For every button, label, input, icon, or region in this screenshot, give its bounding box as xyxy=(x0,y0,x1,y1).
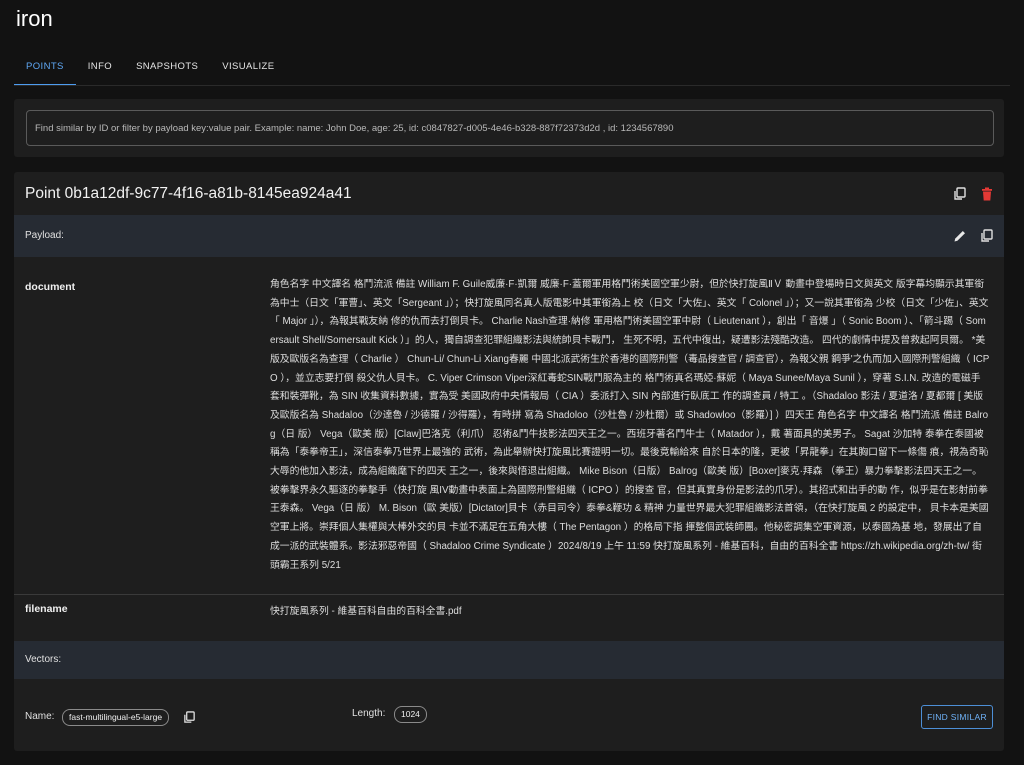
tab-visualize[interactable]: VISUALIZE xyxy=(210,54,286,84)
delete-icon xyxy=(982,187,992,201)
vectors-section-header: Vectors: xyxy=(14,641,1004,679)
point-card: Point 0b1a12df-9c77-4f16-a81b-8145ea924a… xyxy=(14,172,1004,751)
payload-key-filename: filename xyxy=(25,603,68,615)
vector-name-chip: fast-multilingual-e5-large xyxy=(62,709,170,726)
edit-icon xyxy=(954,231,965,242)
point-header: Point 0b1a12df-9c77-4f16-a81b-8145ea924a… xyxy=(14,172,1004,215)
payload-value-filename: 快打旋風系列 - 維基百科自由的百科全書.pdf xyxy=(270,606,462,617)
point-title: Point 0b1a12df-9c77-4f16-a81b-8145ea924a… xyxy=(25,185,352,202)
payload-label: Payload: xyxy=(25,230,64,241)
tab-points[interactable]: POINTS xyxy=(14,54,76,86)
tab-snapshots[interactable]: SNAPSHOTS xyxy=(124,54,210,84)
copy-icon xyxy=(954,187,966,200)
copy-vector-button[interactable] xyxy=(179,707,199,727)
tab-info[interactable]: INFO xyxy=(76,54,124,84)
copy-point-button[interactable] xyxy=(950,184,970,204)
search-field[interactable] xyxy=(26,110,994,146)
delete-point-button[interactable] xyxy=(977,184,997,204)
copy-payload-button[interactable] xyxy=(977,226,997,246)
edit-payload-button[interactable] xyxy=(950,226,970,246)
tabs-divider xyxy=(14,85,1010,86)
vector-name-label: Name: xyxy=(25,711,55,722)
search-card xyxy=(14,99,1004,157)
copy-icon xyxy=(981,229,993,242)
payload-key-document: document xyxy=(25,281,76,293)
search-input[interactable] xyxy=(27,111,993,145)
copy-icon xyxy=(183,710,195,723)
vector-length-chip: 1024 xyxy=(394,706,427,723)
tab-bar: POINTS INFO SNAPSHOTS VISUALIZE xyxy=(14,54,286,86)
vectors-label: Vectors: xyxy=(25,654,62,665)
find-similar-button[interactable]: FIND SIMILAR xyxy=(921,705,993,729)
vector-length-label: Length: xyxy=(352,708,386,719)
payload-value-document: 角色名字 中文譯名 格鬥流派 備註 William F. Guile威廉·F·凱… xyxy=(270,279,990,571)
row-divider xyxy=(14,594,1004,595)
payload-section-header: Payload: xyxy=(14,215,1004,257)
collection-title: iron xyxy=(16,6,53,31)
